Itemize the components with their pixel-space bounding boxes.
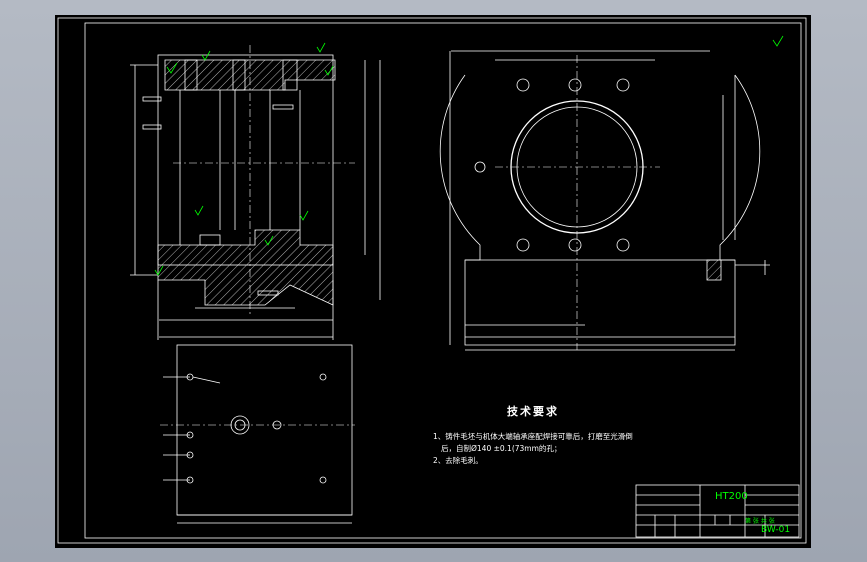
cad-viewport[interactable]: 技术要求 1、铸件毛坯与机体大端轴承座配焊接可靠后，打磨至光滑倒 后，自制Ø14… [0,0,867,562]
tech-req-line-3: 2、去除毛刺。 [433,456,483,465]
bottom-view [160,344,355,524]
drawing-sheet[interactable]: 技术要求 1、铸件毛坯与机体大端轴承座配焊接可靠后，打磨至光滑倒 后，自制Ø14… [55,15,811,548]
sheet-count: 第 张 共 张 [745,518,775,525]
outer-frame [57,17,807,544]
drawing-number: BW-01 [761,525,791,535]
foot-hatch [706,259,722,281]
tech-req-line-1: 1、铸件毛坯与机体大端轴承座配焊接可靠后，打磨至光滑倒 [433,432,633,441]
base-hatch [157,229,334,306]
material-label: HT200 [715,491,748,502]
front-view [439,35,784,351]
tech-req-line-2: 后，自制Ø140 ±0.1(73mm的孔； [441,444,562,453]
drawing-svg [57,17,807,544]
section-view [130,42,381,340]
tech-req-heading: 技术要求 [507,405,559,418]
